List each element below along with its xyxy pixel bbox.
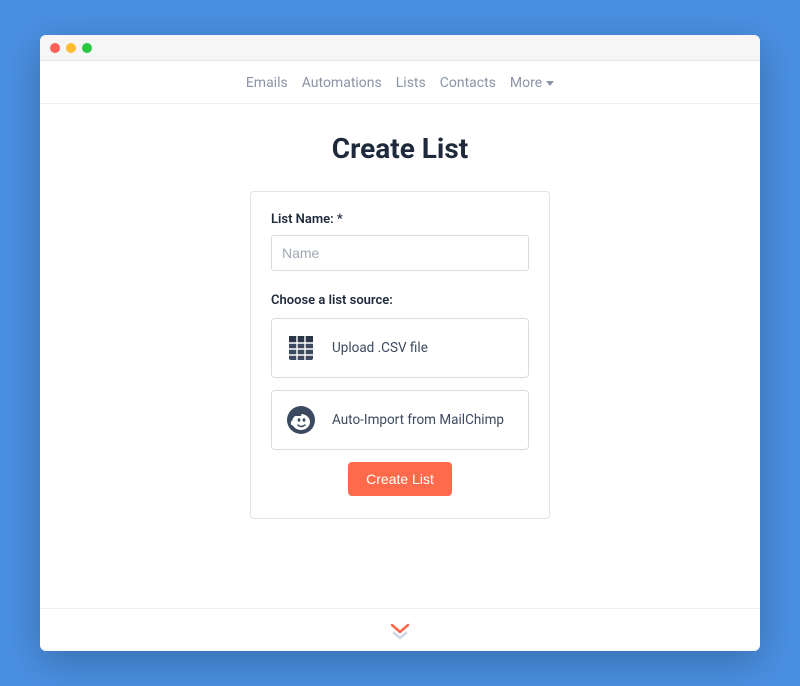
app-logo-icon xyxy=(390,621,410,645)
create-list-card: List Name: * Choose a list source: xyxy=(250,191,550,519)
page-title: Create List xyxy=(332,132,468,165)
nav-more[interactable]: More xyxy=(510,75,554,91)
viewport: Emails Automations Lists Contacts More C… xyxy=(40,61,760,651)
source-section-label: Choose a list source: xyxy=(271,293,529,308)
spreadsheet-icon xyxy=(284,331,318,365)
list-name-input[interactable] xyxy=(271,235,529,271)
nav-emails[interactable]: Emails xyxy=(246,75,288,91)
nav-label: Automations xyxy=(302,75,382,91)
window-minimize-icon[interactable] xyxy=(66,43,76,53)
source-label: Auto-Import from MailChimp xyxy=(332,412,504,428)
footer-divider xyxy=(40,608,760,609)
nav-lists[interactable]: Lists xyxy=(396,75,426,91)
source-label: Upload .CSV file xyxy=(332,340,428,356)
top-nav: Emails Automations Lists Contacts More xyxy=(40,61,760,104)
window-titlebar xyxy=(40,35,760,61)
nav-contacts[interactable]: Contacts xyxy=(440,75,496,91)
source-option-csv[interactable]: Upload .CSV file xyxy=(271,318,529,378)
nav-automations[interactable]: Automations xyxy=(302,75,382,91)
nav-label: Emails xyxy=(246,75,288,91)
mailchimp-icon xyxy=(284,403,318,437)
nav-label: Lists xyxy=(396,75,426,91)
chevron-down-icon xyxy=(546,81,554,86)
create-list-button[interactable]: Create List xyxy=(348,462,452,496)
window-close-icon[interactable] xyxy=(50,43,60,53)
nav-label: More xyxy=(510,75,542,91)
window-zoom-icon[interactable] xyxy=(82,43,92,53)
list-name-label: List Name: * xyxy=(271,212,529,227)
browser-window: Emails Automations Lists Contacts More C… xyxy=(40,35,760,651)
page-content: Create List List Name: * Choose a list s… xyxy=(40,104,760,519)
nav-label: Contacts xyxy=(440,75,496,91)
source-option-mailchimp[interactable]: Auto-Import from MailChimp xyxy=(271,390,529,450)
